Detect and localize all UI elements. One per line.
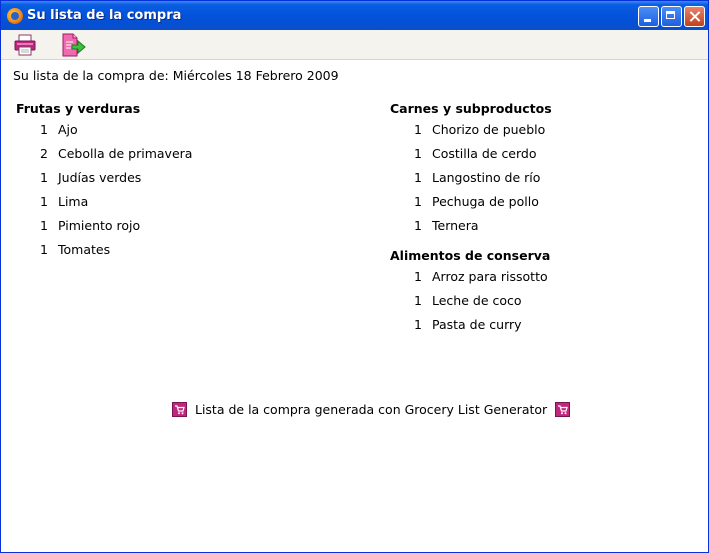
item-name: Ajo	[58, 122, 78, 137]
item-qty: 1	[414, 146, 422, 161]
export-document-icon	[62, 33, 86, 57]
category-heading-frutas: Frutas y verduras	[16, 101, 141, 116]
item-qty: 1	[414, 269, 422, 284]
item-qty: 1	[40, 218, 48, 233]
footer-text: Lista de la compra generada con Grocery …	[194, 402, 548, 417]
item-name: Langostino de río	[432, 170, 541, 185]
item-qty: 1	[40, 122, 48, 137]
title-bar[interactable]: Su lista de la compra	[1, 1, 708, 30]
item-qty: 1	[40, 170, 48, 185]
item-qty: 1	[414, 293, 422, 308]
category-heading-conserva: Alimentos de conserva	[390, 248, 551, 263]
item-name: Costilla de cerdo	[432, 146, 537, 161]
printer-icon	[14, 34, 36, 56]
item-qty: 1	[414, 317, 422, 332]
item-qty: 1	[414, 194, 422, 209]
footer-credit: Lista de la compra generada con Grocery …	[172, 401, 571, 419]
item-name: Lima	[58, 194, 89, 209]
minimize-button[interactable]	[638, 6, 659, 27]
item-qty: 1	[414, 218, 422, 233]
item-qty: 1	[40, 194, 48, 209]
item-name: Judías verdes	[58, 170, 142, 185]
window-title: Su lista de la compra	[27, 8, 182, 23]
toolbar	[1, 30, 708, 60]
item-name: Cebolla de primavera	[58, 146, 193, 161]
maximize-button[interactable]	[661, 6, 682, 27]
item-qty: 1	[40, 242, 48, 257]
shopping-cart-icon	[172, 402, 187, 417]
item-name: Arroz para rissotto	[432, 269, 548, 284]
item-qty: 1	[414, 122, 422, 137]
firefox-icon	[7, 8, 23, 24]
category-heading-carnes: Carnes y subproductos	[390, 101, 552, 116]
export-button[interactable]	[60, 33, 86, 57]
item-name: Ternera	[432, 218, 479, 233]
shopping-cart-icon	[555, 402, 571, 417]
print-button[interactable]	[12, 33, 38, 57]
item-name: Tomates	[58, 242, 111, 257]
shopping-list-content: Su lista de la compra de: Miércoles 18 F…	[1, 59, 708, 552]
item-name: Leche de coco	[432, 293, 522, 308]
item-name: Pasta de curry	[432, 317, 522, 332]
item-name: Pimiento rojo	[58, 218, 141, 233]
item-name: Pechuga de pollo	[432, 194, 539, 209]
list-date-line: Su lista de la compra de: Miércoles 18 F…	[13, 68, 339, 83]
item-name: Chorizo de pueblo	[432, 122, 546, 137]
item-qty: 1	[414, 170, 422, 185]
close-button[interactable]	[684, 6, 705, 27]
item-qty: 2	[40, 146, 48, 161]
app-window: Su lista de la compra Su lista de la com…	[0, 0, 709, 553]
